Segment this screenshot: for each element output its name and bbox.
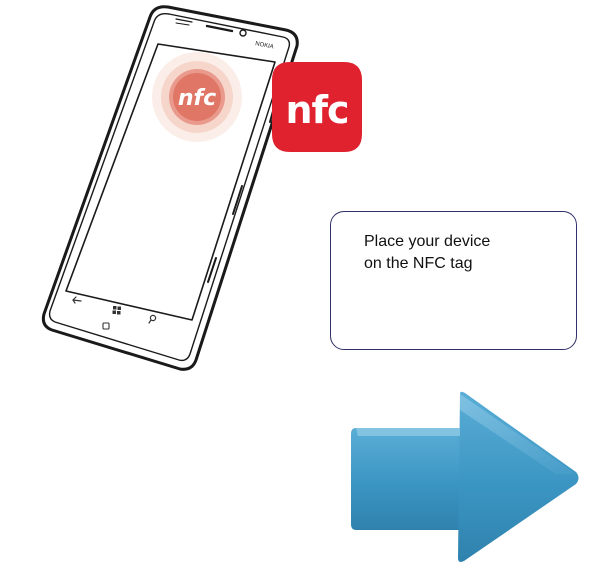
- camera-key-icon: [102, 322, 110, 330]
- phone-illustration: NOKIA nfc: [41, 5, 299, 371]
- screen-nfc-icon: nfc: [152, 52, 242, 142]
- instruction-line-2: on the NFC tag: [364, 255, 473, 272]
- back-icon[interactable]: [72, 296, 82, 304]
- screen-nfc-label: nfc: [178, 86, 216, 111]
- right-arrow-icon[interactable]: [348, 390, 584, 566]
- instruction-text: Place your device on the NFC tag: [364, 231, 554, 275]
- nfc-instruction-screen: NOKIA nfc nfc Place your device on the N…: [0, 0, 598, 587]
- nfc-logo: nfc: [272, 62, 362, 152]
- instruction-line-1: Place your device: [364, 233, 491, 250]
- brand-label: NOKIA: [255, 41, 274, 50]
- windows-start-icon[interactable]: [112, 306, 122, 315]
- instruction-card: Place your device on the NFC tag: [330, 211, 577, 350]
- search-icon[interactable]: [148, 314, 157, 324]
- nfc-logo-text: nfc: [285, 88, 348, 132]
